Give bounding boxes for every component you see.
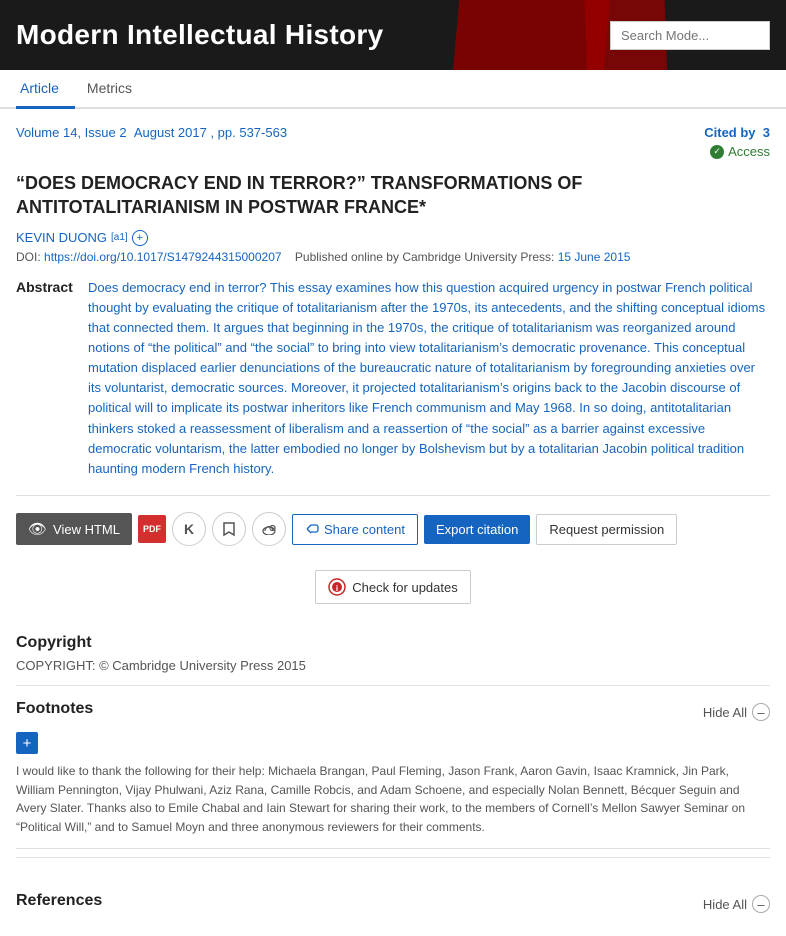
k-icon-button[interactable]: K [172, 512, 206, 546]
references-hide-all-button[interactable]: Hide All – [703, 895, 770, 913]
abstract-section: Abstract Does democracy end in terror? T… [16, 278, 770, 496]
update-icon: i [328, 578, 346, 596]
footnote-text: I would like to thank the following for … [16, 762, 770, 836]
cited-access: Cited by 3 ✓ Access [704, 125, 770, 159]
view-html-button[interactable]: 👁 View HTML [16, 513, 132, 545]
journal-title: Modern Intellectual History [16, 19, 384, 51]
footnotes-hide-all-button[interactable]: Hide All – [703, 703, 770, 721]
search-input[interactable] [610, 21, 770, 50]
divider [16, 857, 770, 858]
author-superscript: [a1] [111, 232, 128, 243]
minus-circle-icon: – [752, 703, 770, 721]
author-line: KEVIN DUONG [a1] + [16, 230, 770, 246]
action-buttons-row1: 👁 View HTML PDF K Share content Export [16, 512, 770, 562]
copyright-content: COPYRIGHT: © Cambridge University Press … [16, 658, 770, 673]
page-header: Modern Intellectual History [0, 0, 786, 70]
check-circle-icon: ✓ [710, 145, 724, 159]
access-badge: ✓ Access [704, 144, 770, 159]
share-icon [305, 522, 319, 536]
references-header: References Hide All – [16, 892, 770, 916]
tab-metrics[interactable]: Metrics [83, 70, 148, 109]
footnotes-header: Footnotes Hide All – [16, 700, 770, 724]
references-title: References [16, 892, 102, 910]
references-minus-icon: – [752, 895, 770, 913]
action-buttons-row2: i Check for updates [16, 570, 770, 604]
footnotes-title: Footnotes [16, 700, 93, 718]
request-permission-button[interactable]: Request permission [536, 514, 677, 545]
date-pages: August 2017 , pp. 537-563 [130, 125, 287, 140]
share-content-button[interactable]: Share content [292, 514, 418, 545]
add-author-icon[interactable]: + [132, 230, 148, 246]
main-content: Volume 14, Issue 2 August 2017 , pp. 537… [0, 109, 786, 936]
eye-icon: 👁 [28, 520, 47, 538]
tab-article[interactable]: Article [16, 70, 75, 109]
check-updates-button[interactable]: i Check for updates [315, 570, 471, 604]
article-title: “DOES DEMOCRACY END IN TERROR?” TRANSFOR… [16, 171, 770, 220]
svg-text:i: i [336, 584, 338, 593]
footnote-add-button[interactable]: + [16, 732, 38, 754]
published-date: 15 June 2015 [558, 250, 631, 264]
cloud-icon-button[interactable] [252, 512, 286, 546]
export-citation-button[interactable]: Export citation [424, 515, 530, 544]
volume-link[interactable]: Volume 14, Issue 2 [16, 125, 127, 140]
abstract-text: Does democracy end in terror? This essay… [88, 278, 770, 479]
tabs-bar: Article Metrics [0, 70, 786, 109]
author-name[interactable]: KEVIN DUONG [16, 230, 107, 245]
published-label: Published online by Cambridge University… [295, 250, 554, 264]
article-meta-bar: Volume 14, Issue 2 August 2017 , pp. 537… [16, 125, 770, 159]
references-section: References Hide All – [16, 878, 770, 936]
cited-by: Cited by 3 [704, 125, 770, 140]
doi-link[interactable]: https://doi.org/10.1017/S147924431500020… [44, 250, 282, 264]
cloud-icon [261, 523, 277, 535]
bookmark-icon [222, 521, 236, 537]
footnotes-section: Footnotes Hide All – + I would like to t… [16, 686, 770, 849]
abstract-label: Abstract [16, 278, 76, 479]
copyright-section: Copyright COPYRIGHT: © Cambridge Univers… [16, 620, 770, 686]
save-icon-button[interactable] [212, 512, 246, 546]
pdf-icon[interactable]: PDF [138, 515, 166, 543]
copyright-title: Copyright [16, 634, 770, 652]
doi-line: DOI: https://doi.org/10.1017/S1479244315… [16, 250, 770, 264]
search-box[interactable] [610, 21, 770, 50]
